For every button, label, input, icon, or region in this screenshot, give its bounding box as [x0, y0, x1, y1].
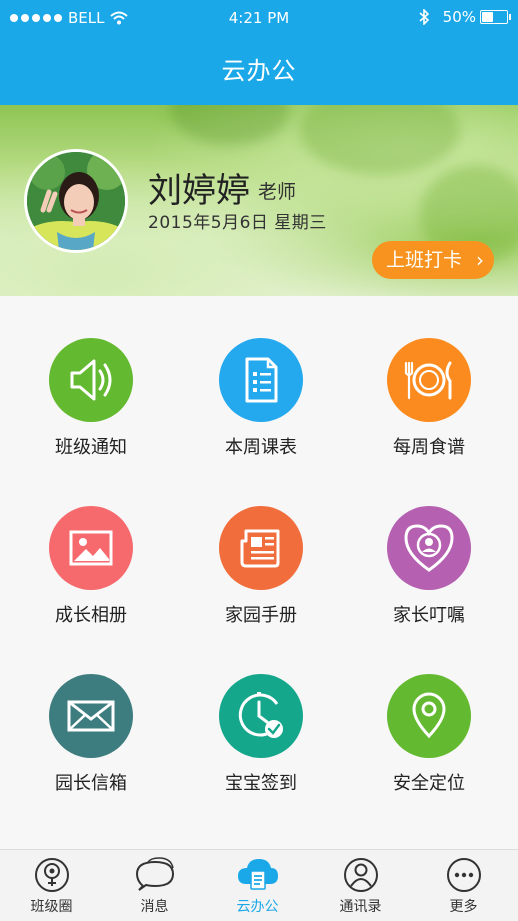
tab-bar: 班级圈 消息 云办公 通讯录 更多	[0, 849, 518, 921]
tab-label: 云办公	[236, 899, 279, 915]
avatar-photo	[27, 152, 125, 250]
tab-label: 班级圈	[30, 899, 73, 915]
battery-icon	[480, 10, 511, 24]
grid-item-label: 宝宝签到	[225, 773, 297, 794]
grid-icon-circle	[219, 674, 303, 758]
speaker-icon	[70, 359, 112, 401]
grid-item-principal-mailbox[interactable]: 园长信箱	[5, 674, 177, 795]
tab-label: 通讯录	[339, 899, 382, 915]
grid-item-label: 班级通知	[55, 437, 127, 458]
heart-person-icon	[404, 524, 454, 572]
status-bar: BELL 4:21 PM 50%	[0, 0, 518, 38]
document-list-icon	[245, 357, 278, 403]
grid-item-baby-check-in[interactable]: 宝宝签到	[175, 674, 347, 795]
tab-label: 消息	[140, 899, 169, 915]
class-circle-icon	[34, 858, 69, 892]
newspaper-icon	[240, 529, 280, 568]
profile-banner: 刘婷婷 老师 2015年5月6日 星期三 上班打卡 ›	[0, 105, 518, 296]
status-right: 50%	[419, 8, 511, 26]
envelope-icon	[67, 700, 115, 732]
tab-messages[interactable]: 消息	[103, 850, 206, 921]
grid-icon-circle	[387, 506, 471, 590]
tab-label: 更多	[449, 899, 478, 915]
clock-in-button[interactable]: 上班打卡 ›	[372, 241, 494, 279]
bluetooth-icon	[419, 9, 429, 25]
plate-cutlery-icon	[404, 361, 452, 400]
page-title: 云办公	[0, 38, 518, 105]
grid-icon-circle	[49, 674, 133, 758]
feature-grid: 班级通知 本周课表 每周食谱 成长相册 家园手册 家长叮嘱 园长信箱 宝宝签到 …	[0, 296, 518, 849]
grid-icon-circle	[387, 338, 471, 422]
grid-item-class-notice[interactable]: 班级通知	[5, 338, 177, 459]
location-pin-icon	[412, 692, 446, 739]
chat-bubble-icon	[135, 857, 174, 891]
leaf-decoration	[300, 105, 460, 175]
contacts-icon	[343, 858, 378, 892]
teacher-role: 老师	[258, 181, 297, 203]
current-date: 2015年5月6日 星期三	[148, 213, 327, 233]
grid-icon-circle	[219, 506, 303, 590]
grid-icon-circle	[49, 338, 133, 422]
leaf-decoration	[170, 105, 290, 145]
grid-item-parent-reminder[interactable]: 家长叮嘱	[343, 506, 515, 627]
grid-item-label: 家园手册	[225, 605, 297, 626]
teacher-name: 刘婷婷	[148, 171, 250, 211]
grid-item-label: 每周食谱	[393, 437, 465, 458]
chevron-right-icon: ›	[476, 248, 484, 272]
clock-in-label: 上班打卡	[386, 249, 463, 271]
avatar[interactable]	[24, 149, 128, 253]
tab-cloud-office[interactable]: 云办公	[206, 850, 309, 921]
grid-item-label: 家长叮嘱	[393, 605, 465, 626]
more-icon	[446, 858, 481, 892]
grid-item-safety-location[interactable]: 安全定位	[343, 674, 515, 795]
tab-more[interactable]: 更多	[412, 850, 515, 921]
tab-class-circle[interactable]: 班级圈	[0, 850, 103, 921]
grid-icon-circle	[49, 506, 133, 590]
grid-item-label: 成长相册	[55, 605, 127, 626]
grid-item-weekly-menu[interactable]: 每周食谱	[343, 338, 515, 459]
grid-item-weekly-schedule[interactable]: 本周课表	[175, 338, 347, 459]
clock-check-icon	[238, 692, 283, 738]
grid-item-home-school-handbook[interactable]: 家园手册	[175, 506, 347, 627]
battery-percent: 50%	[442, 8, 476, 26]
cloud-office-icon	[237, 859, 278, 890]
grid-icon-circle	[387, 674, 471, 758]
image-icon	[69, 530, 113, 566]
grid-item-label: 安全定位	[393, 773, 465, 794]
grid-icon-circle	[219, 338, 303, 422]
grid-item-growth-album[interactable]: 成长相册	[5, 506, 177, 627]
tab-contacts[interactable]: 通讯录	[309, 850, 412, 921]
grid-item-label: 园长信箱	[55, 773, 127, 794]
grid-item-label: 本周课表	[225, 437, 297, 458]
